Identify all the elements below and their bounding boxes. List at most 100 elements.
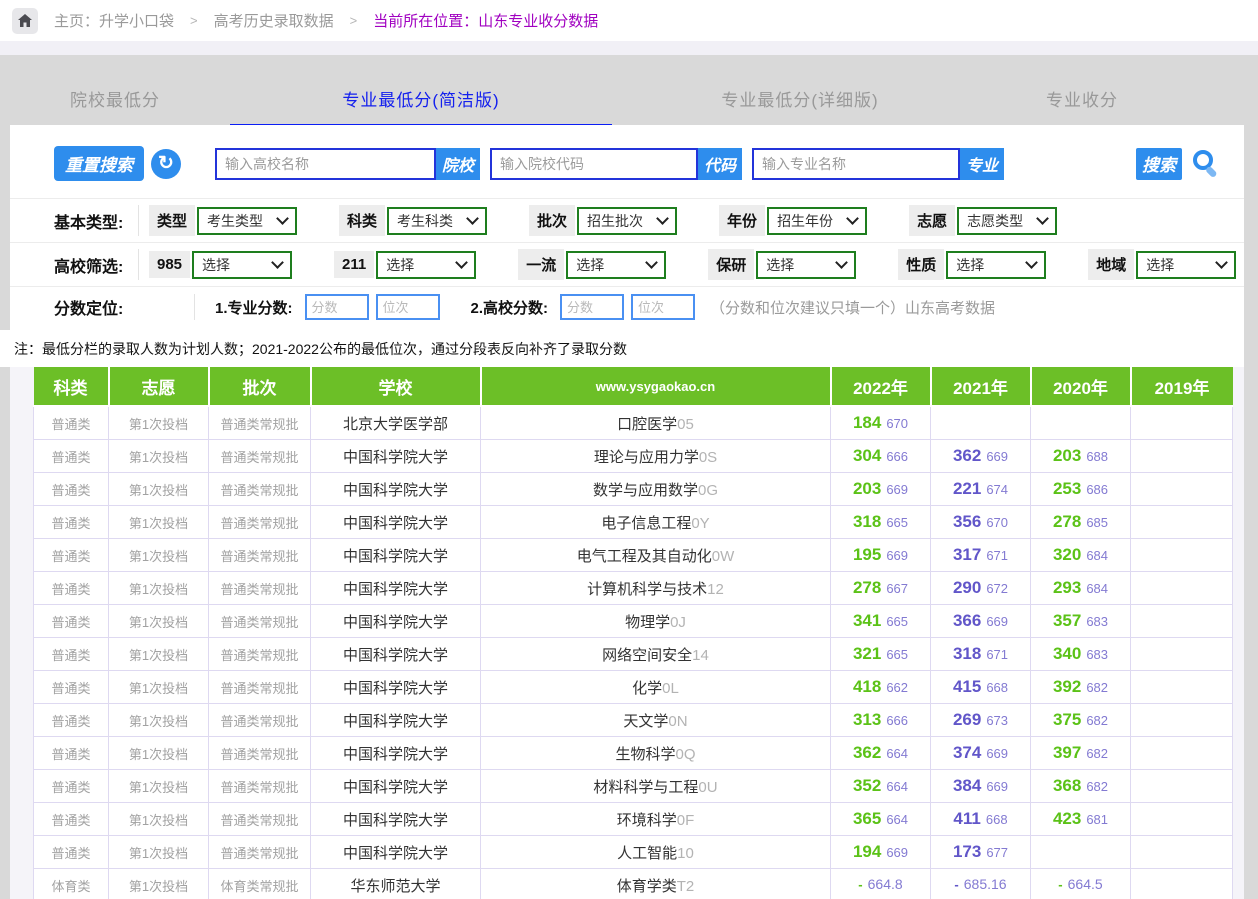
cell-batch: 普通类常规批 <box>209 803 311 836</box>
college-name-input[interactable] <box>215 148 436 180</box>
min-score: 665 <box>886 647 908 662</box>
tab-underline <box>230 124 612 125</box>
select-value: 选择 <box>202 255 230 275</box>
cell-year-2019年 <box>1131 869 1233 899</box>
select-211[interactable]: 选择 <box>376 251 476 279</box>
major-code: 05 <box>677 416 694 433</box>
cell-major: 计算机科学与技术12 <box>481 572 831 605</box>
cell-school: 中国科学院大学 <box>311 704 481 737</box>
select-类型[interactable]: 考生类型 <box>197 207 297 235</box>
cell-wish: 第1次投档 <box>109 869 209 899</box>
major-name: 电气工程及其自动化 <box>577 548 712 565</box>
college-button[interactable]: 院校 <box>436 148 480 180</box>
breadcrumb-home[interactable]: 主页：升学小口袋 <box>54 10 174 31</box>
select-一流[interactable]: 选择 <box>566 251 666 279</box>
cell-school: 中国科学院大学 <box>311 440 481 473</box>
cell-year-2019年 <box>1131 671 1233 704</box>
cell-school: 中国科学院大学 <box>311 671 481 704</box>
select-科类[interactable]: 考生科类 <box>387 207 487 235</box>
tab-label: 专业最低分(简洁版) <box>342 86 499 111</box>
cell-category: 体育类 <box>34 869 109 899</box>
col-header-9: 2019年 <box>1131 367 1233 406</box>
major-score-input[interactable] <box>305 294 369 320</box>
tab-2[interactable]: 专业最低分(简洁版) <box>230 55 612 125</box>
tab-1[interactable]: 院校最低分 <box>0 55 230 125</box>
search-button[interactable]: 搜索 <box>1136 148 1182 180</box>
plan-count: 366 <box>953 611 981 630</box>
cell-year-2022年: 365664 <box>831 803 931 836</box>
cell-school: 中国科学院大学 <box>311 737 481 770</box>
major-rank-input[interactable] <box>376 294 440 320</box>
major-name: 天文学 <box>623 713 668 730</box>
cell-category: 普通类 <box>34 572 109 605</box>
major-name: 理论与应用力学 <box>594 449 699 466</box>
cell-year-2019年 <box>1131 737 1233 770</box>
cell-year-2021年: 290672 <box>931 572 1031 605</box>
cell-school: 中国科学院大学 <box>311 473 481 506</box>
cell-category: 普通类 <box>34 638 109 671</box>
home-icon[interactable] <box>12 8 38 34</box>
select-志愿[interactable]: 志愿类型 <box>957 207 1057 235</box>
tab-label: 专业最低分(详细版) <box>721 86 878 111</box>
refresh-icon[interactable]: ↻ <box>151 149 181 179</box>
major-button[interactable]: 专业 <box>960 148 1004 180</box>
code-button[interactable]: 代码 <box>698 148 742 180</box>
plan-count: 384 <box>953 776 981 795</box>
cell-year-2020年: 368682 <box>1031 770 1131 803</box>
chevron-down-icon <box>846 212 859 225</box>
reset-search-button[interactable]: 重置搜索 <box>54 146 144 181</box>
plan-count: 415 <box>953 677 981 696</box>
cell-major: 化学0L <box>481 671 831 704</box>
plan-count: 278 <box>853 578 881 597</box>
filter-tag-211: 211 <box>334 251 374 278</box>
cell-major: 物理学0J <box>481 605 831 638</box>
cell-batch: 普通类常规批 <box>209 737 311 770</box>
cell-year-2021年: 317671 <box>931 539 1031 572</box>
major-code: 0N <box>668 713 687 730</box>
cell-school: 中国科学院大学 <box>311 605 481 638</box>
cell-school: 华东师范大学 <box>311 869 481 899</box>
min-score: 682 <box>1086 713 1108 728</box>
select-性质[interactable]: 选择 <box>946 251 1046 279</box>
cell-school: 中国科学院大学 <box>311 572 481 605</box>
cell-year-2020年 <box>1031 836 1131 869</box>
cell-category: 普通类 <box>34 406 109 440</box>
filter-group-类型: 类型考生类型 <box>149 205 297 236</box>
cell-year-2022年: 278667 <box>831 572 931 605</box>
plan-count: 195 <box>853 545 881 564</box>
tab-label: 院校最低分 <box>70 86 160 111</box>
plan-count: 392 <box>1053 677 1081 696</box>
cell-school: 中国科学院大学 <box>311 539 481 572</box>
select-批次[interactable]: 招生批次 <box>577 207 677 235</box>
cell-batch: 普通类常规批 <box>209 770 311 803</box>
major-code: 10 <box>677 845 694 862</box>
cell-wish: 第1次投档 <box>109 605 209 638</box>
select-地域[interactable]: 选择 <box>1136 251 1236 279</box>
min-score: 665 <box>886 515 908 530</box>
breadcrumb-history-data[interactable]: 高考历史录取数据 <box>214 10 334 31</box>
select-年份[interactable]: 招生年份 <box>767 207 867 235</box>
major-code: 0W <box>712 548 735 565</box>
select-保研[interactable]: 选择 <box>756 251 856 279</box>
college-rank-input[interactable] <box>631 294 695 320</box>
tab-underline <box>988 124 1176 125</box>
tab-4[interactable]: 专业收分 <box>988 55 1176 125</box>
college-score-input[interactable] <box>560 294 624 320</box>
min-score: 668 <box>986 812 1008 827</box>
tab-3[interactable]: 专业最低分(详细版) <box>612 55 988 125</box>
min-score: 671 <box>986 647 1008 662</box>
select-value: 选择 <box>386 255 414 275</box>
table-row: 普通类第1次投档普通类常规批中国科学院大学网络空间安全1432166531867… <box>34 638 1233 671</box>
cell-year-2020年: 423681 <box>1031 803 1131 836</box>
divider-strip <box>0 41 1258 55</box>
cell-category: 普通类 <box>34 737 109 770</box>
college-filter-groups: 985选择211选择一流选择保研选择性质选择地域选择 <box>138 249 1258 280</box>
select-985[interactable]: 选择 <box>192 251 292 279</box>
cell-major: 网络空间安全14 <box>481 638 831 671</box>
magnifier-icon[interactable] <box>1190 148 1222 180</box>
major-name-input[interactable] <box>752 148 960 180</box>
cell-year-2021年: 415668 <box>931 671 1031 704</box>
college-code-input[interactable] <box>490 148 698 180</box>
min-score: 671 <box>986 548 1008 563</box>
cell-year-2021年: 362669 <box>931 440 1031 473</box>
